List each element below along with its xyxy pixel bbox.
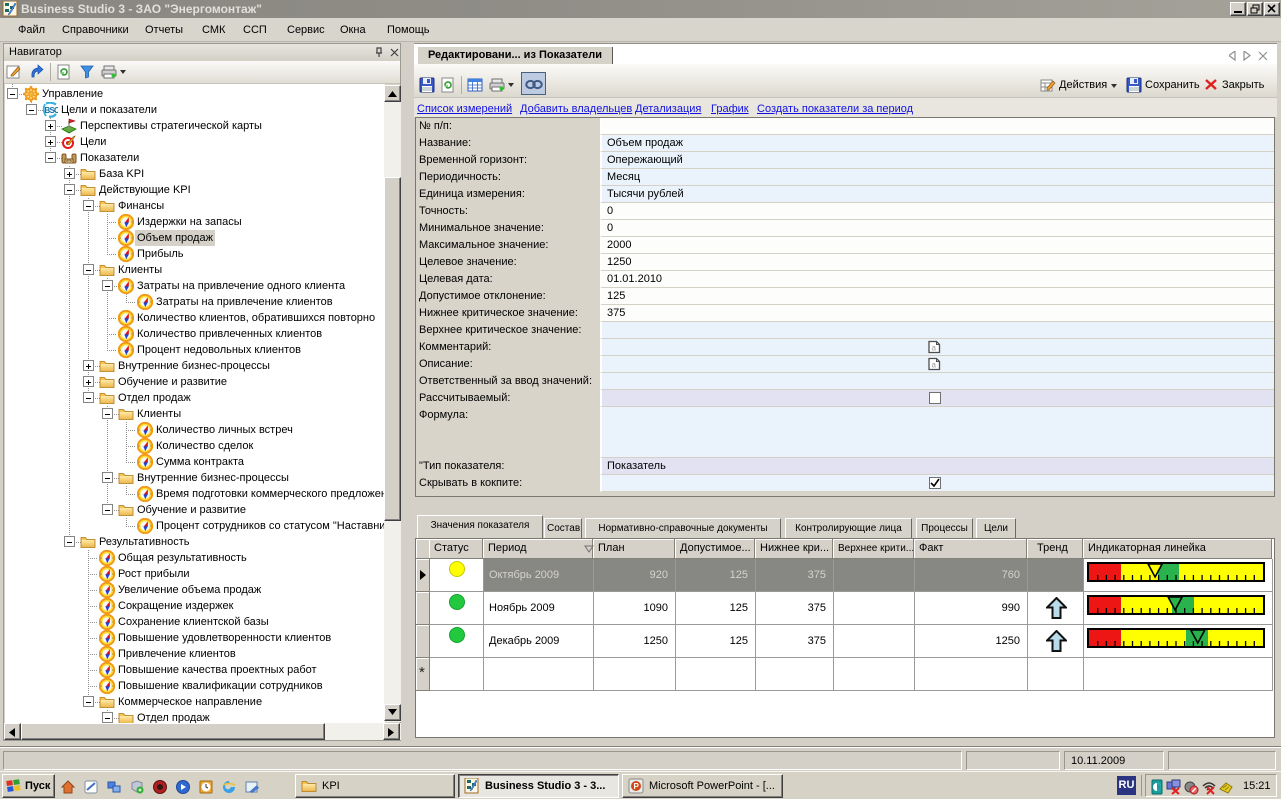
svg-text:a: a — [932, 361, 937, 370]
svg-text:P: P — [634, 782, 640, 791]
svg-text:BSC: BSC — [45, 106, 59, 115]
svg-text:a: a — [932, 344, 937, 353]
